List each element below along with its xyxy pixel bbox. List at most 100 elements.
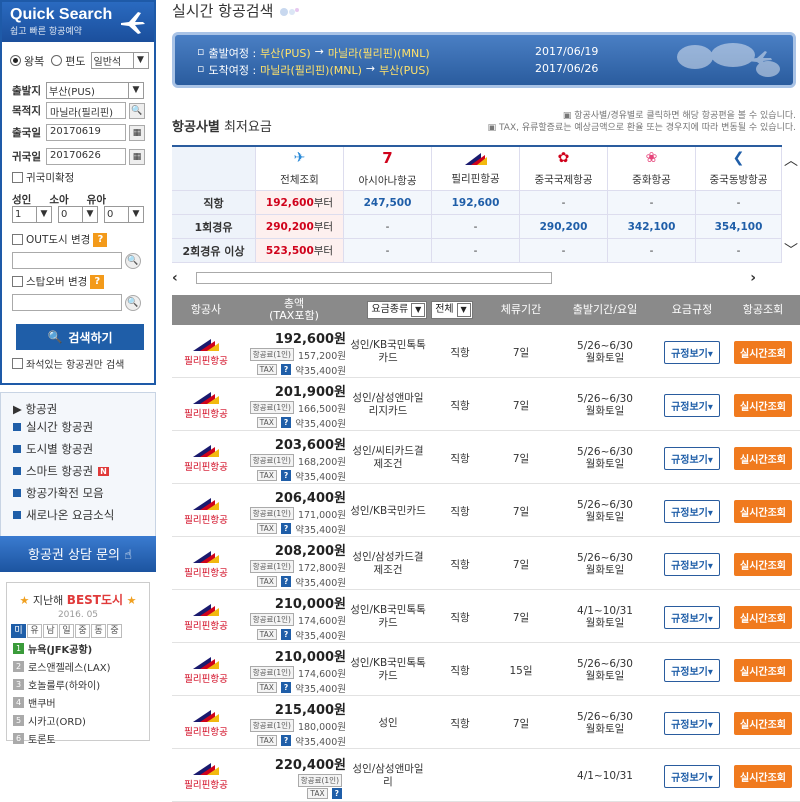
table-row[interactable]: 필리핀항공 210,000원 항공료(1인) 174,600원 TAX? 약35,400원… (172, 644, 800, 696)
airline-col-all[interactable]: ✈ 전체조회 (256, 147, 344, 191)
view-rules-button[interactable]: 규정보기▾ (664, 552, 720, 576)
table-row[interactable]: 필리핀항공 215,400원 항공료(1인) 180,000원 TAX? 약35,400원… (172, 697, 800, 749)
chevron-up-icon[interactable]: ︿ (784, 150, 798, 170)
table-row[interactable]: 필리핀항공 210,000원 항공료(1인) 174,600원 TAX? 약35,400원… (172, 591, 800, 643)
help-icon[interactable]: ? (280, 417, 292, 428)
realtime-lookup-button[interactable]: 실시간조회 (734, 340, 792, 364)
origin-select[interactable]: 부산(PUS) ▼ (46, 82, 144, 99)
consult-button[interactable]: 항공권 상담 문의 ☝ (0, 536, 156, 572)
realtime-lookup-button[interactable]: 실시간조회 (734, 658, 792, 682)
rank-item[interactable]: 2 로스앤젤레스(LAX) (13, 659, 149, 674)
view-rules-button[interactable]: 규정보기▾ (664, 499, 720, 523)
help-icon[interactable]: ? (331, 787, 342, 799)
menu-item-city[interactable]: 도시별 항공권 (13, 441, 93, 457)
infant-select[interactable]: 0 ▼ (104, 206, 144, 223)
help-icon[interactable]: ? (280, 470, 292, 481)
table-row[interactable]: 필리핀항공 203,600원 항공료(1인) 168,200원 TAX? 약35,400원… (172, 432, 800, 484)
region-tab[interactable]: 미 (11, 624, 26, 638)
menu-item-new-fares[interactable]: 새로나온 요금소식 (13, 507, 114, 523)
region-tab[interactable]: 남 (43, 624, 58, 638)
rank-item[interactable]: 1 뉴욕(JFK공항) (13, 641, 149, 656)
region-tab[interactable]: 중 (107, 624, 122, 638)
view-rules-button[interactable]: 규정보기▾ (664, 393, 720, 417)
region-tab[interactable]: 중 (75, 624, 90, 638)
airline-col-asiana[interactable]: 7 아시아나항공 (344, 147, 432, 191)
chevron-right-icon[interactable]: › (750, 270, 756, 286)
help-icon[interactable]: ? (280, 364, 292, 375)
oneway-radio[interactable] (51, 55, 63, 66)
region-tab[interactable]: 유 (27, 624, 42, 638)
realtime-lookup-button[interactable]: 실시간조회 (734, 764, 792, 788)
price-cell[interactable]: - (608, 191, 696, 215)
price-cell[interactable]: - (344, 239, 432, 263)
price-cell[interactable]: - (696, 239, 782, 263)
airline-col-chinaeastern[interactable]: ❮ 중국동방항공 (696, 147, 782, 191)
price-cell[interactable]: 290,200 부터 (256, 215, 344, 239)
search-icon[interactable]: 🔍 (129, 102, 145, 119)
realtime-lookup-button[interactable]: 실시간조회 (734, 605, 792, 629)
price-cell[interactable]: 192,600 부터 (256, 191, 344, 215)
table-row[interactable]: 필리핀항공 206,400원 항공료(1인) 171,000원 TAX? 약35,400원… (172, 485, 800, 537)
help-icon[interactable]: ? (93, 232, 108, 247)
class-select[interactable]: 일반석 ▼ (90, 52, 149, 69)
depart-date-input[interactable]: 20170619 (46, 124, 126, 141)
adult-select[interactable]: 1 ▼ (12, 206, 52, 223)
table-row[interactable]: 필리핀항공 220,400원 항공료(1인) TAX? 성인/삼성앤마일리 4/1~10/… (172, 750, 800, 802)
menu-item-smart[interactable]: 스마트 항공권 N (13, 463, 109, 479)
airline-col-pal[interactable]: 필리핀항공 (432, 147, 520, 191)
rank-item[interactable]: 3 호놀룰루(하와이) (13, 677, 149, 692)
view-rules-button[interactable]: 규정보기▾ (664, 605, 720, 629)
rank-item[interactable]: 6 토론토 (13, 731, 149, 746)
region-tab[interactable]: 일 (59, 624, 74, 638)
undecided-checkbox[interactable] (12, 172, 23, 183)
child-select[interactable]: 0 ▼ (58, 206, 98, 223)
fare-type-select[interactable]: 요금종류 ▼ (367, 301, 428, 319)
price-cell[interactable]: 247,500 (344, 191, 432, 215)
price-cell[interactable]: 342,100 (608, 215, 696, 239)
calendar-icon[interactable]: ▦ (129, 124, 145, 141)
help-icon[interactable]: ? (90, 274, 105, 289)
chevron-down-icon[interactable]: ﹀ (784, 240, 798, 260)
seats-only-checkbox[interactable] (12, 358, 23, 369)
airline-col-airchina[interactable]: ✿ 중국국제항공 (520, 147, 608, 191)
price-cell[interactable]: 354,100 (696, 215, 782, 239)
price-cell[interactable]: - (432, 215, 520, 239)
realtime-lookup-button[interactable]: 실시간조회 (734, 499, 792, 523)
realtime-lookup-button[interactable]: 실시간조회 (734, 552, 792, 576)
price-cell[interactable]: - (696, 191, 782, 215)
price-cell[interactable]: 192,600 (432, 191, 520, 215)
price-cell[interactable]: 523,500 부터 (256, 239, 344, 263)
rank-item[interactable]: 5 시카고(ORD) (13, 713, 149, 728)
search-icon[interactable]: 🔍 (125, 252, 141, 269)
view-rules-button[interactable]: 규정보기▾ (664, 764, 720, 788)
fare-filter-select[interactable]: 전체 ▼ (431, 301, 473, 319)
menu-item-realtime[interactable]: 실시간 항공권 (13, 419, 93, 435)
help-icon[interactable]: ? (280, 576, 292, 587)
price-cell[interactable]: - (344, 215, 432, 239)
dest-input[interactable]: 마닐라(필리핀) (46, 102, 126, 119)
menu-header[interactable]: ▶ 항공권 (13, 401, 57, 417)
stopover-checkbox[interactable] (12, 276, 23, 287)
price-cell[interactable]: - (520, 239, 608, 263)
view-rules-button[interactable]: 규정보기▾ (664, 658, 720, 682)
realtime-lookup-button[interactable]: 실시간조회 (734, 711, 792, 735)
calendar-icon[interactable]: ▦ (129, 148, 145, 165)
return-date-input[interactable]: 20170626 (46, 148, 126, 165)
table-row[interactable]: 필리핀항공 201,900원 항공료(1인) 166,500원 TAX? 약35,400원… (172, 379, 800, 431)
view-rules-button[interactable]: 규정보기▾ (664, 446, 720, 470)
out-city-input[interactable] (12, 252, 122, 269)
search-icon[interactable]: 🔍 (125, 294, 141, 311)
chevron-left-icon[interactable]: ‹ (172, 270, 178, 286)
table-row[interactable]: 필리핀항공 192,600원 항공료(1인) 157,200원 TAX? 약35,400원… (172, 326, 800, 378)
view-rules-button[interactable]: 규정보기▾ (664, 711, 720, 735)
view-rules-button[interactable]: 규정보기▾ (664, 340, 720, 364)
price-cell[interactable]: - (520, 191, 608, 215)
roundtrip-radio[interactable] (10, 55, 21, 66)
help-icon[interactable]: ? (280, 523, 292, 534)
out-city-checkbox[interactable] (12, 234, 23, 245)
search-button[interactable]: 🔍 검색하기 (16, 324, 144, 350)
menu-item-confirmed[interactable]: 항공가확전 모음 (13, 485, 104, 501)
price-cell[interactable]: - (608, 239, 696, 263)
airline-col-chinaairlines[interactable]: ❀ 중화항공 (608, 147, 696, 191)
rank-item[interactable]: 4 밴쿠버 (13, 695, 149, 710)
